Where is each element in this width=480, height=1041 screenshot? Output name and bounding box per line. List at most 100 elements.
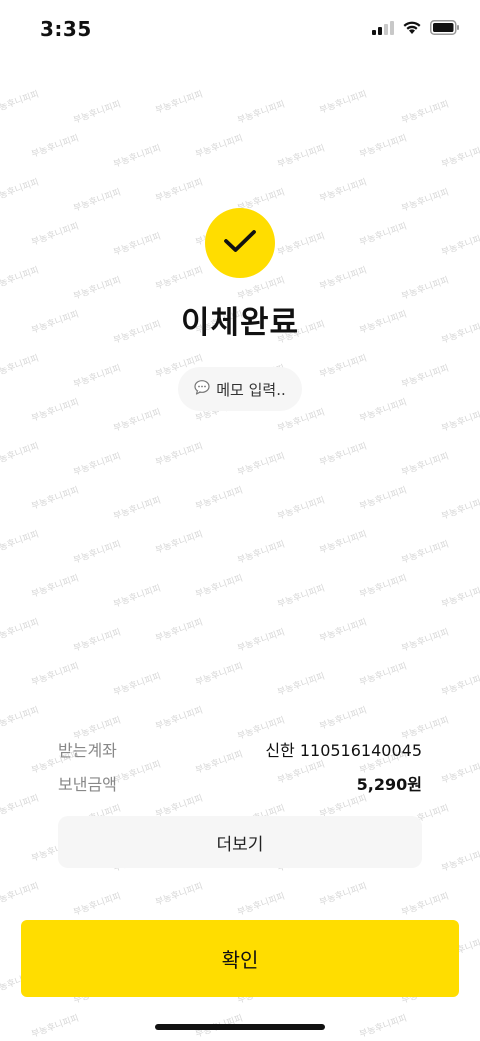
watermark-text: 부농후니피피 [112, 671, 163, 699]
memo-placeholder: 메모 입력.. [216, 380, 286, 399]
watermark-text: 부농후니피피 [358, 1013, 409, 1041]
watermark-text: 부농후니피피 [72, 187, 123, 215]
watermark-text: 부농후니피피 [318, 89, 369, 117]
watermark-text: 부농후니피피 [358, 397, 409, 425]
watermark-text: 부농후니피피 [440, 583, 480, 611]
watermark-text: 부농후니피피 [318, 705, 369, 733]
watermark-text: 부농후니피피 [72, 627, 123, 655]
watermark-text: 부농후니피피 [72, 891, 123, 919]
watermark-text: 부농후니피피 [236, 627, 287, 655]
watermark-text: 부농후니피피 [194, 661, 245, 689]
home-indicator [155, 1024, 325, 1030]
watermark-text: 부농후니피피 [400, 99, 451, 127]
speech-bubble-icon [194, 379, 210, 399]
watermark-text: 부농후니피피 [30, 1013, 81, 1041]
check-icon [223, 228, 257, 258]
watermark-text: 부농후니피피 [154, 529, 205, 557]
watermark-text: 부농후니피피 [276, 495, 327, 523]
sent-amount-label: 보낸금액 [58, 775, 117, 794]
watermark-text: 부농후니피피 [318, 353, 369, 381]
watermark-text: 부농후니피피 [400, 363, 451, 391]
watermark-text: 부농후니피피 [30, 661, 81, 689]
watermark-text: 부농후니피피 [72, 539, 123, 567]
watermark-text: 부농후니피피 [112, 231, 163, 259]
watermark-text: 부농후니피피 [0, 89, 41, 117]
watermark-text: 부농후니피피 [318, 441, 369, 469]
watermark-text: 부농후니피피 [194, 485, 245, 513]
watermark-text: 부농후니피피 [440, 143, 480, 171]
watermark-text: 부농후니피피 [276, 671, 327, 699]
watermark-text: 부농후니피피 [400, 451, 451, 479]
watermark-text: 부농후니피피 [154, 89, 205, 117]
watermark-layer: 부농후니피피 부농후니피피 부농후니피피 부농후니피피 부농후니피피 부농후니피피 부농후니… [0, 0, 480, 1041]
watermark-text: 부농후니피피 [318, 617, 369, 645]
watermark-text: 부농후니피피 [236, 539, 287, 567]
watermark-text: 부농후니피피 [112, 143, 163, 171]
watermark-text: 부농후니피피 [440, 759, 480, 787]
memo-input-button[interactable]: 메모 입력.. [178, 367, 302, 411]
status-bar: 3:35 [0, 0, 480, 60]
transfer-complete-title: 이체완료 [180, 305, 300, 341]
watermark-text: 부농후니피피 [318, 265, 369, 293]
watermark-text: 부농후니피피 [30, 133, 81, 161]
watermark-text: 부농후니피피 [194, 573, 245, 601]
watermark-text: 부농후니피피 [358, 485, 409, 513]
watermark-text: 부농후니피피 [440, 495, 480, 523]
watermark-text: 부농후니피피 [112, 583, 163, 611]
status-icons [372, 20, 460, 39]
watermark-text: 부농후니피피 [0, 705, 41, 733]
watermark-text: 부농후니피피 [154, 617, 205, 645]
watermark-text: 부농후니피피 [276, 231, 327, 259]
watermark-text: 부농후니피피 [0, 617, 41, 645]
sent-amount-row: 보낸금액 5,290원 [58, 771, 422, 795]
watermark-text: 부농후니피피 [276, 583, 327, 611]
watermark-text: 부농후니피피 [400, 891, 451, 919]
watermark-text: 부농후니피피 [72, 451, 123, 479]
watermark-text: 부농후니피피 [30, 485, 81, 513]
watermark-text: 부농후니피피 [154, 881, 205, 909]
watermark-text: 부농후니피피 [440, 231, 480, 259]
watermark-text: 부농후니피피 [400, 187, 451, 215]
watermark-text: 부농후니피피 [0, 529, 41, 557]
watermark-text: 부농후니피피 [440, 407, 480, 435]
watermark-text: 부농후니피피 [440, 847, 480, 875]
watermark-text: 부농후니피피 [112, 407, 163, 435]
success-check-badge [205, 208, 275, 278]
watermark-text: 부농후니피피 [358, 221, 409, 249]
watermark-text: 부농후니피피 [0, 177, 41, 205]
watermark-text: 부농후니피피 [72, 99, 123, 127]
watermark-text: 부농후니피피 [0, 265, 41, 293]
receive-account-label: 받는계좌 [58, 741, 117, 760]
battery-icon [430, 20, 460, 39]
watermark-text: 부농후니피피 [154, 265, 205, 293]
watermark-text: 부농후니피피 [112, 495, 163, 523]
watermark-text: 부농후니피피 [30, 397, 81, 425]
more-button[interactable]: 더보기 [58, 816, 422, 868]
sent-amount-value: 5,290원 [356, 775, 422, 794]
watermark-text: 부농후니피피 [0, 353, 41, 381]
watermark-text: 부농후니피피 [358, 661, 409, 689]
watermark-text: 부농후니피피 [318, 177, 369, 205]
watermark-text: 부농후니피피 [318, 529, 369, 557]
watermark-text: 부농후니피피 [154, 441, 205, 469]
watermark-text: 부농후니피피 [236, 99, 287, 127]
watermark-text: 부농후니피피 [72, 363, 123, 391]
watermark-text: 부농후니피피 [236, 891, 287, 919]
watermark-text: 부농후니피피 [0, 441, 41, 469]
watermark-text: 부농후니피피 [440, 671, 480, 699]
watermark-text: 부농후니피피 [0, 793, 41, 821]
watermark-text: 부농후니피피 [400, 627, 451, 655]
watermark-text: 부농후니피피 [194, 133, 245, 161]
watermark-text: 부농후니피피 [30, 221, 81, 249]
wifi-icon [402, 20, 422, 39]
watermark-text: 부농후니피피 [358, 133, 409, 161]
watermark-text: 부농후니피피 [276, 143, 327, 171]
confirm-button[interactable]: 확인 [21, 920, 459, 997]
watermark-text: 부농후니피피 [154, 705, 205, 733]
status-time: 3:35 [40, 17, 92, 41]
watermark-text: 부농후니피피 [0, 881, 41, 909]
signal-icon [372, 20, 394, 39]
watermark-text: 부농후니피피 [358, 573, 409, 601]
receive-account-value: 신한 110516140045 [265, 741, 422, 760]
watermark-text: 부농후니피피 [400, 539, 451, 567]
